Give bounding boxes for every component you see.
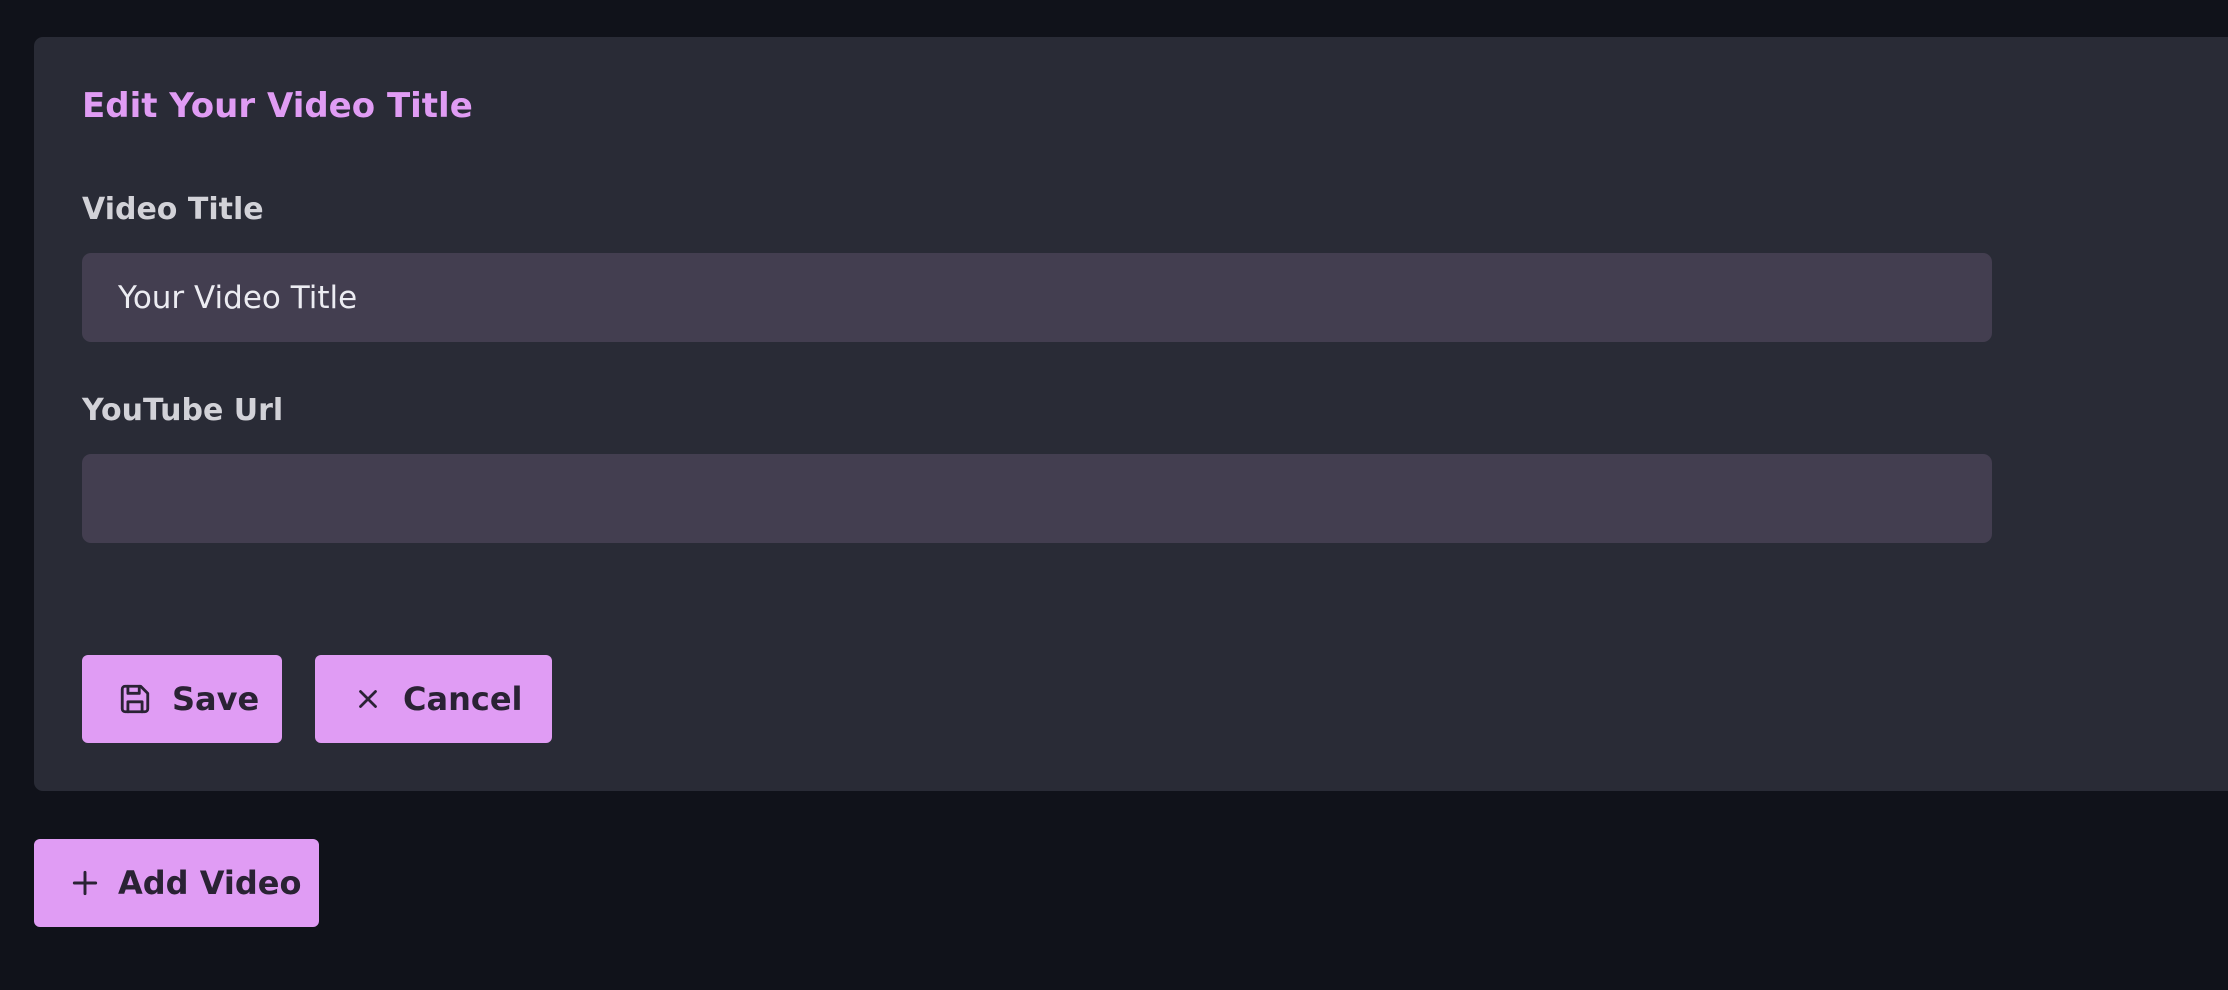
youtube-url-input[interactable] [82,454,1992,543]
video-title-input[interactable] [82,253,1992,342]
save-button-label: Save [172,680,260,718]
cancel-button[interactable]: Cancel [315,655,552,743]
panel-title: Edit Your Video Title [82,86,473,126]
plus-icon [66,864,104,902]
cancel-button-label: Cancel [403,680,523,718]
youtube-url-label: YouTube Url [82,393,284,428]
floppy-disk-icon [116,680,154,718]
add-video-button-label: Add Video [118,864,302,902]
save-button[interactable]: Save [82,655,282,743]
video-title-label: Video Title [82,192,264,227]
close-icon [349,680,387,718]
edit-video-panel: Edit Your Video Title Video Title YouTub… [34,37,2228,791]
add-video-button[interactable]: Add Video [34,839,319,927]
